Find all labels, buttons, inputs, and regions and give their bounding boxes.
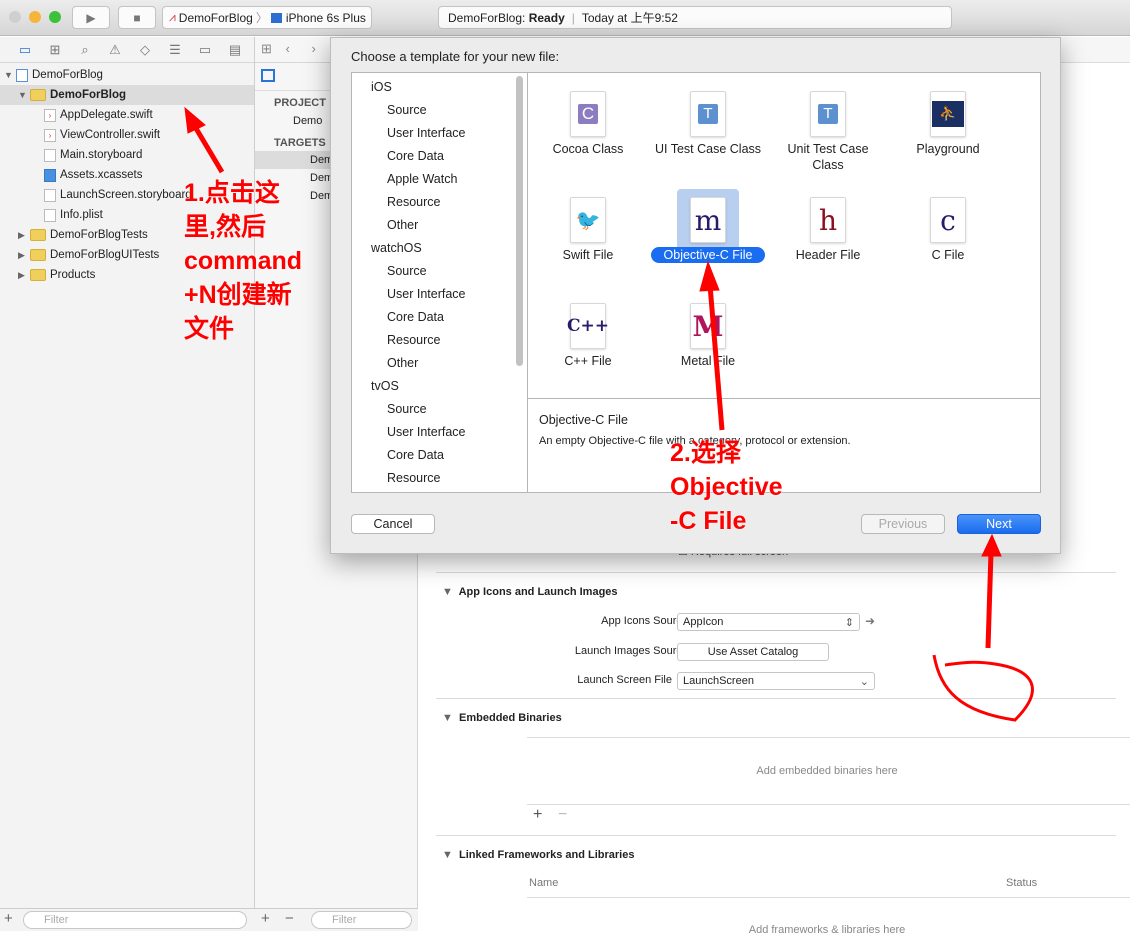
annotation-line: 1.点击这	[184, 179, 280, 207]
annotation-arrowhead-3	[981, 533, 1002, 557]
annotation-arrowhead-2	[699, 260, 720, 292]
annotation-circle	[932, 654, 1034, 722]
annotation-step2: 2.选择 Objective -C File	[670, 436, 783, 538]
annotation-line: -C File	[670, 507, 747, 535]
annotation-arrow-1	[191, 123, 225, 174]
annotation-overlay	[184, 106, 1034, 722]
annotation-line: 里,然后	[184, 213, 266, 241]
annotation-arrowhead-1	[184, 106, 206, 134]
annotation-line: command	[184, 247, 303, 275]
annotation-line: Objective	[670, 473, 783, 501]
annotation-line: +N创建新	[184, 281, 292, 309]
annotation-line: 文件	[184, 315, 235, 343]
annotation-line: 2.选择	[670, 439, 741, 467]
annotation-arrow-3	[985, 551, 994, 649]
annotation-arrow-2	[707, 284, 725, 431]
annotation-step1: 1.点击这里,然后 command +N创建新文件	[184, 176, 302, 346]
